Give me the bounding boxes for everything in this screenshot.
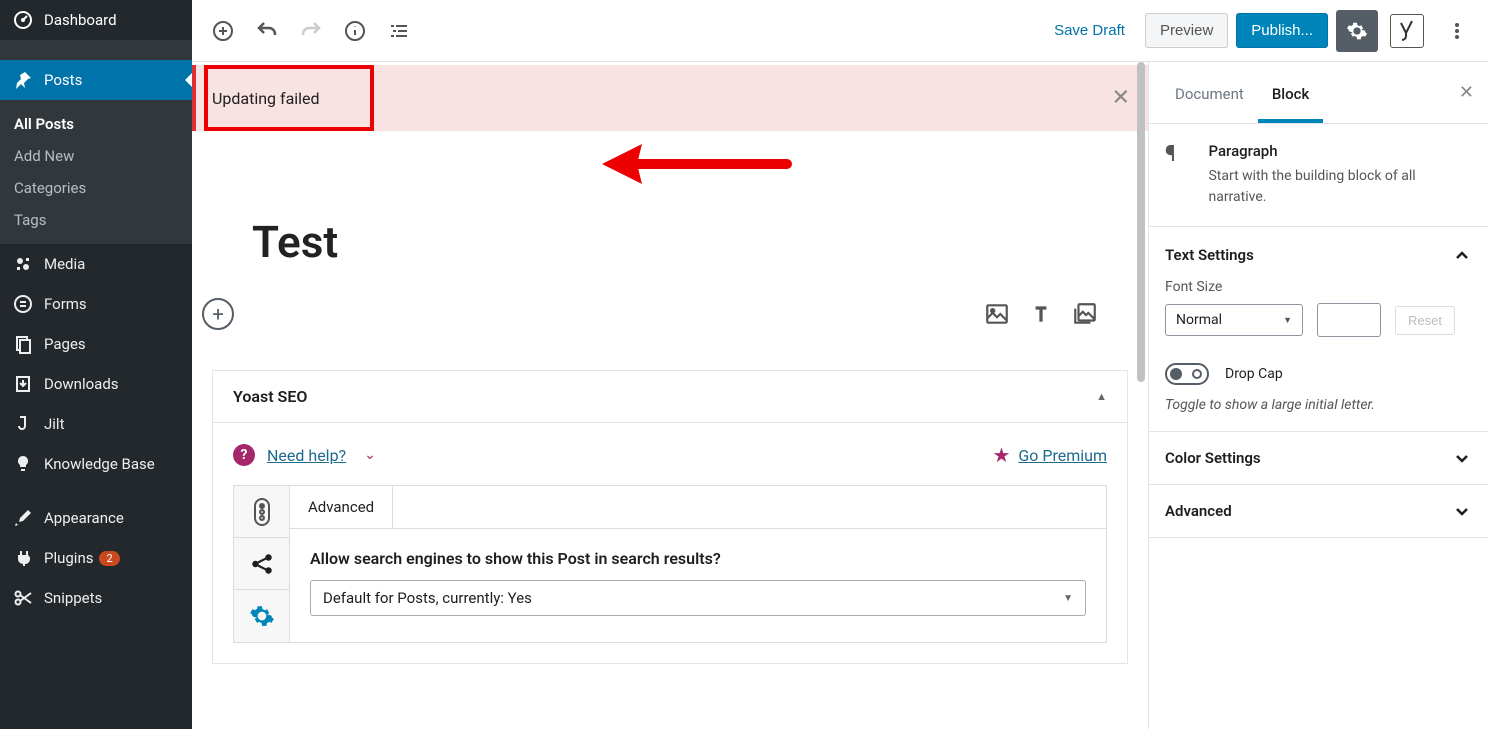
chevron-down-icon <box>1452 448 1472 468</box>
star-icon: ★ <box>992 443 1010 467</box>
font-size-label: Font Size <box>1165 279 1472 295</box>
settings-panel: Document Block ✕ ¶ Paragraph Start with … <box>1148 62 1488 729</box>
pages-icon <box>12 334 34 354</box>
yoast-seo-panel: Yoast SEO ▲ ? Need help? ⌄ ★ Go Premium <box>212 370 1128 664</box>
sidebar-item-knowledge-base[interactable]: Knowledge Base <box>0 444 192 484</box>
preview-button[interactable]: Preview <box>1145 13 1228 48</box>
sidebar-item-plugins[interactable]: Plugins 2 <box>0 538 192 578</box>
info-button[interactable] <box>334 10 376 52</box>
collapse-icon: ▲ <box>1096 390 1107 403</box>
brush-icon <box>12 508 34 528</box>
yoast-advanced-tab[interactable] <box>234 590 289 642</box>
sidebar-item-pages[interactable]: Pages <box>0 324 192 364</box>
sidebar-item-snippets[interactable]: Snippets <box>0 578 192 618</box>
sidebar-sub-categories[interactable]: Categories <box>0 172 192 204</box>
block-type-description: Start with the building block of all nar… <box>1208 166 1472 208</box>
editor-toolbar: Save Draft Preview Publish... <box>192 0 1488 62</box>
scrollbar[interactable] <box>1134 62 1148 729</box>
chevron-down-icon: ⌄ <box>364 447 376 463</box>
more-menu-button[interactable] <box>1436 10 1478 52</box>
admin-sidebar: Dashboard Posts All Posts Add New Catego… <box>0 0 192 729</box>
jilt-icon <box>12 414 34 434</box>
paragraph-icon: ¶ <box>1165 142 1192 208</box>
drop-cap-hint: Toggle to show a large initial letter. <box>1165 397 1472 413</box>
outline-button[interactable] <box>378 10 420 52</box>
sidebar-sub-add-new[interactable]: Add New <box>0 140 192 172</box>
yoast-readability-tab[interactable] <box>234 486 289 538</box>
sidebar-label: Knowledge Base <box>44 455 155 473</box>
drop-cap-toggle[interactable] <box>1165 363 1209 385</box>
heading-block-icon[interactable] <box>1028 301 1054 327</box>
text-settings-header[interactable]: Text Settings <box>1165 245 1472 265</box>
drop-cap-label: Drop Cap <box>1225 366 1283 382</box>
pin-icon <box>12 70 34 90</box>
sidebar-label: Posts <box>44 71 82 89</box>
yoast-social-tab[interactable] <box>234 538 289 590</box>
chevron-up-icon <box>1452 245 1472 265</box>
sidebar-item-dashboard[interactable]: Dashboard <box>0 0 192 40</box>
yoast-button[interactable] <box>1390 14 1424 48</box>
tab-document[interactable]: Document <box>1161 69 1258 123</box>
plugins-badge: 2 <box>99 551 119 566</box>
sidebar-item-posts[interactable]: Posts <box>0 60 192 100</box>
advanced-settings-header[interactable]: Advanced <box>1149 485 1488 538</box>
gallery-block-icon[interactable] <box>1072 301 1098 327</box>
sidebar-sub-all-posts[interactable]: All Posts <box>0 108 192 140</box>
tab-block[interactable]: Block <box>1258 69 1323 123</box>
font-size-number-input[interactable] <box>1317 303 1381 337</box>
lightbulb-icon <box>12 454 34 474</box>
dashboard-icon <box>12 10 34 30</box>
font-size-select[interactable]: Normal <box>1165 304 1303 336</box>
sidebar-label: Media <box>44 255 85 273</box>
forms-icon <box>12 294 34 314</box>
post-title-input[interactable]: Test <box>252 216 1088 268</box>
publish-button[interactable]: Publish... <box>1236 13 1328 48</box>
sidebar-label: Plugins <box>44 549 93 567</box>
editor-content: Updating failed ✕ Test + Yoast SEO ▲ <box>192 62 1148 729</box>
sidebar-sub-tags[interactable]: Tags <box>0 204 192 236</box>
save-draft-button[interactable]: Save Draft <box>1042 14 1137 47</box>
notice-text: Updating failed <box>212 89 320 108</box>
yoast-panel-header[interactable]: Yoast SEO ▲ <box>213 371 1127 423</box>
block-type-title: Paragraph <box>1208 142 1472 160</box>
plug-icon <box>12 548 34 568</box>
sidebar-label: Forms <box>44 295 87 313</box>
chevron-down-icon <box>1452 501 1472 521</box>
sidebar-item-appearance[interactable]: Appearance <box>0 498 192 538</box>
sidebar-label: Appearance <box>44 509 124 527</box>
need-help-link[interactable]: Need help? <box>267 446 346 465</box>
sidebar-label: Dashboard <box>44 11 117 29</box>
sidebar-label: Snippets <box>44 589 102 607</box>
sidebar-label: Downloads <box>44 375 119 393</box>
downloads-icon <box>12 374 34 394</box>
notice-dismiss-button[interactable]: ✕ <box>1112 86 1130 111</box>
add-block-button[interactable] <box>202 10 244 52</box>
yoast-subtab-advanced[interactable]: Advanced <box>289 485 393 528</box>
sidebar-label: Pages <box>44 335 86 353</box>
sidebar-item-media[interactable]: Media <box>0 244 192 284</box>
settings-button[interactable] <box>1336 10 1378 52</box>
image-block-icon[interactable] <box>984 301 1010 327</box>
sidebar-item-forms[interactable]: Forms <box>0 284 192 324</box>
sidebar-submenu-posts: All Posts Add New Categories Tags <box>0 100 192 244</box>
scissors-icon <box>12 588 34 608</box>
yoast-index-select[interactable]: Default for Posts, currently: Yes <box>310 580 1086 616</box>
main: Save Draft Preview Publish... Updating f… <box>192 0 1488 729</box>
error-notice: Updating failed ✕ <box>192 65 1148 131</box>
help-icon: ? <box>233 444 255 466</box>
undo-button[interactable] <box>246 10 288 52</box>
go-premium-link[interactable]: Go Premium <box>1018 446 1107 465</box>
color-settings-header[interactable]: Color Settings <box>1149 432 1488 485</box>
sidebar-label: Jilt <box>44 415 64 433</box>
media-icon <box>12 254 34 274</box>
add-block-inline-button[interactable]: + <box>202 298 234 330</box>
reset-button[interactable]: Reset <box>1395 306 1455 335</box>
yoast-question-label: Allow search engines to show this Post i… <box>310 549 1086 568</box>
redo-button[interactable] <box>290 10 332 52</box>
sidebar-item-jilt[interactable]: Jilt <box>0 404 192 444</box>
panel-close-button[interactable]: ✕ <box>1459 82 1474 103</box>
sidebar-item-downloads[interactable]: Downloads <box>0 364 192 404</box>
